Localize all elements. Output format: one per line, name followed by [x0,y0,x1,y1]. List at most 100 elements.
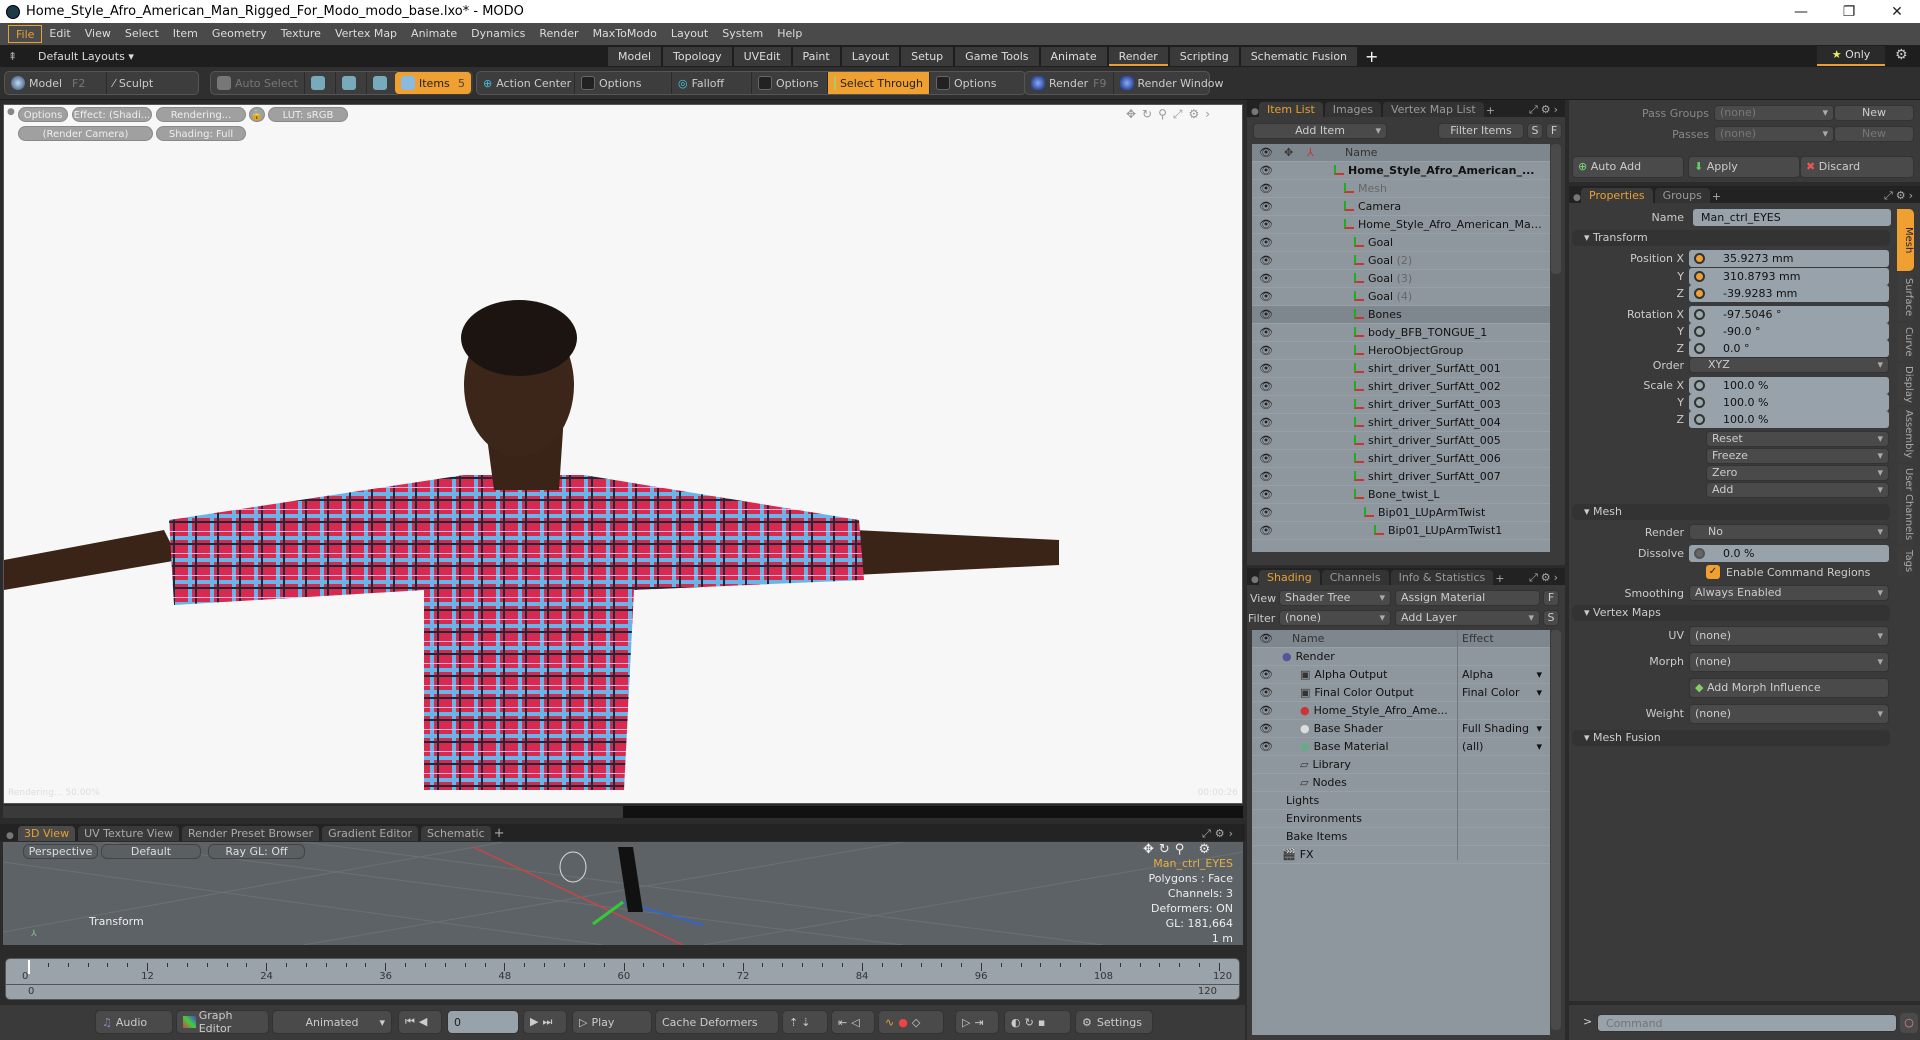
freeze-dropdown[interactable]: Freeze [1706,448,1889,464]
3d-view[interactable]: Perspective Default Ray GL: Off Transfor… [3,842,1243,945]
s-button[interactable]: S [1543,610,1559,626]
shader-tree-row[interactable]: Lights [1252,792,1550,810]
item-list-row[interactable]: 👁 shirt_driver_SurfAtt_005 [1252,432,1550,450]
zero-dropdown[interactable]: Zero [1706,465,1889,481]
visibility-eye-icon[interactable]: 👁 [1258,342,1274,360]
new-pass-group-button[interactable]: New [1834,105,1914,121]
add-layer-dropdown[interactable]: Add Layer [1395,610,1540,626]
item-list-row[interactable]: 👁 Goal (2) [1252,252,1550,270]
visibility-eye-icon[interactable]: 👁 [1258,504,1274,522]
visibility-eye-icon[interactable]: 👁 [1258,288,1274,306]
menu-render[interactable]: Render [532,25,585,43]
prev-key-buttons[interactable]: ⇤◁ [831,1010,875,1034]
layout-arrow-icon[interactable]: ⇞ [8,50,22,63]
only-toggle[interactable]: ★ Only [1817,46,1885,66]
audio-button[interactable]: ♫ Audio [95,1010,173,1034]
discard-button[interactable]: ✖ Discard [1800,156,1914,178]
visibility-eye-icon[interactable]: 👁 [1258,468,1274,486]
visibility-eye-icon[interactable]: 👁 [1258,162,1274,180]
position-x-field[interactable]: 35.9273 mm [1689,250,1889,267]
menu-file[interactable]: File [8,25,43,43]
shader-tree-row[interactable]: Bake Items [1252,828,1550,846]
playhead[interactable] [28,960,30,974]
side-tab-mesh[interactable]: Mesh [1897,209,1914,271]
s-button[interactable]: S [1527,123,1543,139]
tab-groups[interactable]: Groups [1654,188,1710,203]
select-vertices-button[interactable] [305,72,336,94]
menu-help[interactable]: Help [770,25,809,43]
visibility-eye-icon[interactable]: 👁 [1258,324,1274,342]
visibility-eye-icon[interactable]: 👁 [1258,396,1274,414]
options-button-2[interactable]: Options [752,72,828,94]
panel-controls-icons[interactable]: ⤢⚙› [1529,103,1561,117]
side-tab-surface[interactable]: Surface [1897,273,1914,321]
tab-channels[interactable]: Channels [1321,570,1389,585]
transform-section[interactable]: ▾ Transform [1572,230,1890,246]
shader-tree-row[interactable]: ● Render [1252,648,1550,666]
default-shading-button[interactable]: Default [101,844,201,859]
side-tab-curve[interactable]: Curve [1897,323,1914,361]
layout-tab-game-tools[interactable]: Game Tools [955,46,1039,66]
visibility-eye-icon[interactable]: 👁 [1258,522,1274,540]
menu-dynamics[interactable]: Dynamics [464,25,532,43]
lock-icon[interactable]: 🔒 [249,107,265,122]
tab-info-statistics[interactable]: Info & Statistics [1390,570,1494,585]
item-list-row[interactable]: 👁 shirt_driver_SurfAtt_002 [1252,378,1550,396]
shader-tree-row[interactable]: ▱ Nodes [1252,774,1550,792]
add-dropdown[interactable]: Add [1706,482,1889,498]
panel-menu-icon[interactable]: ● [1247,575,1259,585]
menu-animate[interactable]: Animate [404,25,464,43]
f-button[interactable]: F [1546,123,1562,139]
visibility-eye-icon[interactable]: 👁 [1258,378,1274,396]
item-list-row[interactable]: 👁 shirt_driver_SurfAtt_004 [1252,414,1550,432]
visibility-eye-icon[interactable]: 👁 [1258,450,1274,468]
filter-dropdown[interactable]: (none) [1279,610,1391,626]
item-list-row[interactable]: 👁 Goal [1252,234,1550,252]
assign-material-button[interactable]: Assign Material [1395,590,1540,606]
options-button-1[interactable]: Options [575,72,672,94]
scale-x-field[interactable]: 100.0 % [1689,377,1889,394]
add-morph-influence-button[interactable]: ◆ Add Morph Influence [1689,678,1889,698]
tab-properties[interactable]: Properties [1581,188,1653,203]
tab-render-preset-browser[interactable]: Render Preset Browser [182,826,320,841]
visibility-eye-icon[interactable]: 👁 [1258,720,1274,738]
name-field[interactable]: Man_ctrl_EYES [1693,209,1891,226]
add-item-dropdown[interactable]: Add Item [1253,123,1387,139]
position-z-field[interactable]: -39.9283 mm [1689,285,1889,302]
menu-layout[interactable]: Layout [664,25,715,43]
command-regions-checkbox[interactable]: ✓ [1706,565,1720,579]
item-list-row[interactable]: 👁 shirt_driver_SurfAtt_003 [1252,396,1550,414]
filter-items-field[interactable]: Filter Items [1438,123,1524,139]
visibility-eye-icon[interactable]: 👁 [1258,216,1274,234]
visibility-eye-icon[interactable]: 👁 [1258,180,1274,198]
graph-editor-button[interactable]: Graph Editor [176,1009,269,1035]
close-button[interactable]: ✕ [1874,0,1920,23]
frame-field[interactable]: 0 [447,1010,519,1034]
play-button[interactable]: ▷ Play [572,1010,652,1034]
minimize-button[interactable]: — [1778,0,1824,23]
range-start[interactable]: 0 [28,986,34,997]
tab-schematic[interactable]: Schematic [421,826,491,841]
item-list-row[interactable]: 👁 Home_Style_Afro_American_... [1252,162,1550,180]
item-list-row[interactable]: 👁 Home_Style_Afro_American_Ma ... [1252,216,1550,234]
visibility-eye-icon[interactable]: 👁 [1258,432,1274,450]
tab-images[interactable]: Images [1324,102,1381,117]
select-edges-button[interactable] [336,72,367,94]
visibility-eye-icon[interactable]: 👁 [1258,684,1274,702]
add-tab-icon[interactable]: + [494,826,505,841]
side-tab-display[interactable]: Display [1897,363,1914,405]
scale-y-field[interactable]: 100.0 % [1689,394,1889,411]
raygl-button[interactable]: Ray GL: Off [208,844,305,859]
command-history-icon[interactable]: ○ [1900,1013,1918,1033]
add-tab-icon[interactable]: + [1495,572,1504,585]
item-list-row[interactable]: 👁 Camera [1252,198,1550,216]
side-tab-tags[interactable]: Tags [1897,546,1914,576]
settings-button[interactable]: ⚙ Settings [1075,1010,1153,1034]
menu-texture[interactable]: Texture [274,25,328,43]
items-mode-button[interactable]: Items 5 [395,72,471,94]
cache-deformers-button[interactable]: Cache Deformers [655,1010,779,1034]
mesh-section[interactable]: ▾ Mesh [1572,504,1890,520]
render-viewport[interactable]: ● Options Effect: (Shadi... Rendering...… [3,104,1243,804]
position-y-field[interactable]: 310.8793 mm [1689,268,1889,285]
sculpt-button[interactable]: ⁄ Sculpt [107,72,159,94]
